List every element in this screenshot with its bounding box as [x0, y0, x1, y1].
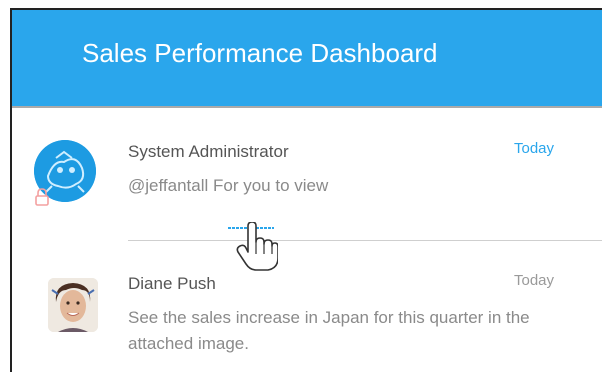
comment-message-line-2: attached image. — [128, 334, 249, 353]
dashboard-panel: Sales Performance Dashboard System Admin… — [10, 8, 602, 372]
user-photo-icon — [48, 278, 98, 332]
hand-pointer-icon — [236, 221, 279, 272]
comment-message: @jeffantall For you to view — [128, 176, 329, 195]
comment-message-line-1: See the sales increase in Japan for this… — [128, 308, 530, 327]
panel-header: Sales Performance Dashboard — [12, 10, 602, 108]
avatar[interactable] — [48, 278, 98, 332]
comment-author: Diane Push — [128, 274, 216, 293]
comment-time: Today — [514, 140, 555, 157]
comment-time: Today — [514, 272, 555, 289]
comment-author: System Administrator — [128, 142, 289, 161]
divider — [128, 240, 602, 241]
page-title: Sales Performance Dashboard — [82, 38, 438, 68]
lock-icon — [34, 188, 50, 206]
